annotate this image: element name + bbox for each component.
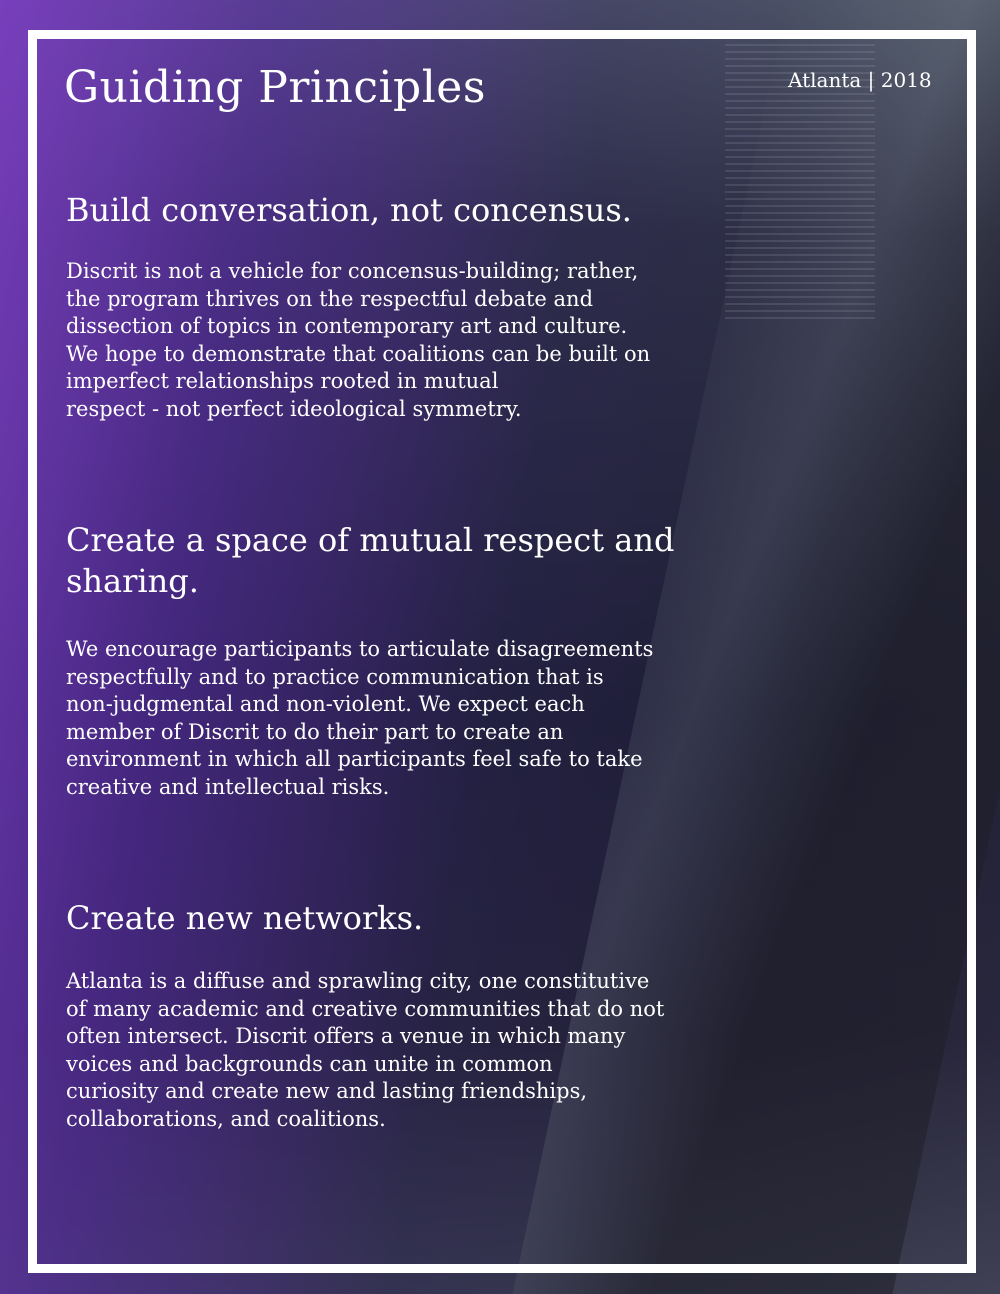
body-line: imperfect relationships rooted in mutual: [66, 369, 499, 393]
body-line: member of Discrit to do their part to cr…: [66, 719, 564, 744]
body-line: curiosity and create new and lasting fri…: [66, 1079, 588, 1103]
section-heading-conversation: Build conversation, not concensus.: [66, 191, 632, 229]
location-year: Atlanta | 2018: [788, 68, 932, 92]
body-line: of many academic and creative communitie…: [66, 996, 665, 1021]
body-line: respectfully and to practice communicati…: [66, 664, 604, 689]
section-heading-respect: Create a space of mutual respect and sha…: [66, 520, 746, 602]
page-title: Guiding Principles: [64, 62, 486, 113]
body-line: dissection of topics in contemporary art…: [66, 314, 628, 338]
body-line: We hope to demonstrate that coalitions c…: [66, 341, 651, 366]
body-line: collaborations, and coalitions.: [66, 1106, 386, 1131]
body-line: Discrit is not a vehicle for concensus-b…: [66, 259, 639, 283]
body-line: voices and backgrounds can unite in comm…: [66, 1051, 553, 1076]
heading-line: Create a space of mutual respect and: [66, 521, 675, 559]
heading-line: sharing.: [66, 562, 199, 600]
body-line: respect - not perfect ideological symmet…: [66, 396, 522, 421]
body-line: We encourage participants to articulate …: [66, 637, 654, 661]
section-heading-networks: Create new networks.: [66, 899, 424, 937]
body-line: often intersect. Discrit offers a venue …: [66, 1024, 626, 1048]
body-line: non-judgmental and non-violent. We expec…: [66, 692, 585, 716]
body-line: creative and intellectual risks.: [66, 774, 390, 799]
body-line: Atlanta is a diffuse and sprawling city,…: [66, 969, 650, 993]
section-body-respect: We encourage participants to articulate …: [66, 636, 726, 801]
body-line: the program thrives on the respectful de…: [66, 286, 594, 311]
section-body-conversation: Discrit is not a vehicle for concensus-b…: [66, 258, 726, 423]
body-line: environment in which all participants fe…: [66, 747, 643, 771]
section-body-networks: Atlanta is a diffuse and sprawling city,…: [66, 968, 726, 1133]
